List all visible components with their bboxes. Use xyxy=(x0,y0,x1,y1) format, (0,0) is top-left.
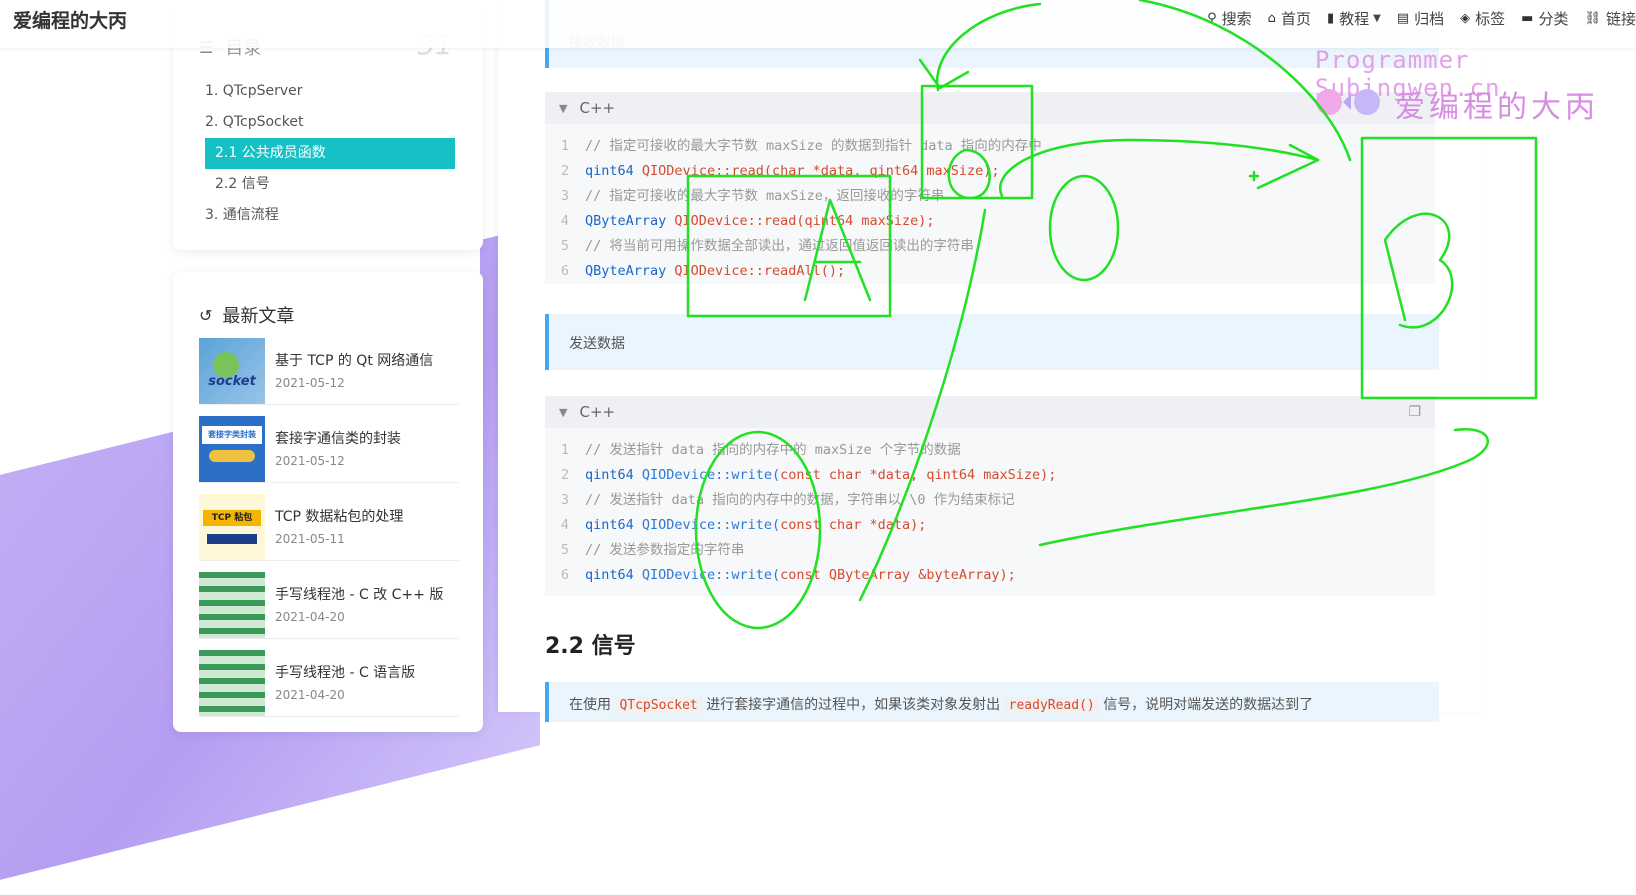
post-thumbnail[interactable]: 套接字类封装 xyxy=(199,416,265,482)
toc-item-qtcpsocket[interactable]: 2. QTcpSocket xyxy=(205,107,455,138)
code-block-read: ▼ C++ 1// 指定可接收的最大字节数 maxSize 的数据到指针 dat… xyxy=(545,92,1435,284)
toc-item-public-members[interactable]: 2.1 公共成员函数 xyxy=(205,138,455,169)
note-text-part: 信号，说明对端发送的数据达到了 xyxy=(1103,697,1314,713)
post-title[interactable]: 手写线程池 - C 改 C++ 版 xyxy=(275,584,443,604)
note-text-part: 在使用 xyxy=(569,697,611,713)
nav-categories[interactable]: ▬ 分类 xyxy=(1521,8,1568,29)
post-thumbnail[interactable]: TCP 粘包 xyxy=(199,494,265,560)
code-line: 1// 发送指针 data 指向的内存中的 maxSize 个字节的数据 xyxy=(560,442,961,458)
code-header[interactable]: ▼ C++ xyxy=(545,92,1435,124)
post-date: 2021-05-12 xyxy=(275,454,345,468)
code-block-write: ▼ C++ ❐ 1// 发送指针 data 指向的内存中的 maxSize 个字… xyxy=(545,396,1435,596)
site-brand[interactable]: 爱编程的大丙 xyxy=(13,6,127,33)
toc-item-qtcpserver[interactable]: 1. QTcpServer xyxy=(205,76,455,107)
nav-label: 搜索 xyxy=(1221,10,1252,28)
chevron-down-icon[interactable]: ▼ xyxy=(559,406,567,419)
copy-icon[interactable]: ❐ xyxy=(1408,404,1421,420)
code-line: 3// 指定可接收的最大字节数 maxSize，返回接收的字符串 xyxy=(560,188,945,204)
note-signal: 在使用 QTcpSocket 进行套接字通信的过程中，如果该类对象发射出 rea… xyxy=(545,682,1439,722)
nav-menu: ⚲ 搜索 ⌂ 首页 ▮ 教程 ▼ ▤ 归档 ◈ 标签 ▬ 分类 ⛓ 链接 xyxy=(1191,8,1636,29)
nav-search[interactable]: ⚲ 搜索 xyxy=(1207,8,1252,29)
nav-tags[interactable]: ◈ 标签 xyxy=(1460,8,1505,29)
post-item[interactable]: 手写线程池 - C 语言版 2021-04-20 xyxy=(199,650,459,717)
code-line: 6 qint64 QIODevice::write(const QByteArra… xyxy=(560,567,1016,583)
tags-icon: ◈ xyxy=(1460,11,1471,26)
note-text-part: 进行套接字通信的过程中，如果该类对象发射出 xyxy=(706,697,1001,713)
chevron-down-icon: ▼ xyxy=(1373,13,1381,24)
section-heading: 2.2 信号 xyxy=(545,634,636,659)
post-date: 2021-04-20 xyxy=(275,688,345,702)
code-language: C++ xyxy=(579,99,616,117)
folder-icon: ▬ xyxy=(1521,11,1534,26)
code-line: 4 qint64 QIODevice::write(const char *dat… xyxy=(560,517,927,533)
post-title[interactable]: 基于 TCP 的 Qt 网络通信 xyxy=(275,350,433,370)
watermark-logo xyxy=(1315,84,1395,124)
toc-item-signals[interactable]: 2.2 信号 xyxy=(205,169,455,200)
code-line: 5// 发送参数指定的字符串 xyxy=(560,542,745,558)
nav-tutorials[interactable]: ▮ 教程 ▼ xyxy=(1327,8,1381,29)
recent-posts-title: 最新文章 xyxy=(222,306,295,327)
thumb-label: 套接字类封装 xyxy=(202,426,262,444)
inline-code: readyRead() xyxy=(1004,697,1099,714)
post-date: 2021-05-11 xyxy=(275,532,345,546)
post-date: 2021-04-20 xyxy=(275,610,345,624)
post-item[interactable]: 套接字类封装 套接字通信类的封装 2021-05-12 xyxy=(199,416,459,483)
inline-code: QTcpSocket xyxy=(615,697,702,714)
nav-label: 首页 xyxy=(1280,10,1311,28)
archive-icon: ▤ xyxy=(1396,11,1410,26)
chevron-down-icon[interactable]: ▼ xyxy=(559,102,567,115)
nav-label: 归档 xyxy=(1414,10,1445,28)
nav-links[interactable]: ⛓ 链接 xyxy=(1584,8,1636,29)
nav-home[interactable]: ⌂ 首页 xyxy=(1268,8,1311,29)
code-line: 5// 将当前可用操作数据全部读出，通过返回值返回读出的字符串 xyxy=(560,238,974,254)
code-line: 2 qint64 QIODevice::write(const char *dat… xyxy=(560,467,1057,483)
toc-item-flow[interactable]: 3. 通信流程 xyxy=(205,200,455,231)
post-item[interactable]: TCP 粘包 TCP 数据粘包的处理 2021-05-11 xyxy=(199,494,459,561)
post-title[interactable]: TCP 数据粘包的处理 xyxy=(275,506,403,526)
nav-label: 链接 xyxy=(1605,10,1636,28)
bookmark-icon: ▮ xyxy=(1326,11,1335,26)
post-date: 2021-05-12 xyxy=(275,376,345,390)
post-title[interactable]: 手写线程池 - C 语言版 xyxy=(275,662,415,682)
watermark-brand: 爱编程的大丙 xyxy=(1395,90,1599,125)
post-thumbnail[interactable] xyxy=(199,572,265,638)
code-line: 3// 发送指针 data 指向的内存中的数据，字符串以 \0 作为结束标记 xyxy=(560,492,1015,508)
code-line: 1// 指定可接收的最大字节数 maxSize 的数据到指针 data 指向的内… xyxy=(560,138,1042,154)
home-icon: ⌂ xyxy=(1267,11,1276,26)
thumb-label: TCP 粘包 xyxy=(203,510,261,526)
note-signal-text: 在使用 QTcpSocket 进行套接字通信的过程中，如果该类对象发射出 rea… xyxy=(569,694,1313,714)
toc-list: 1. QTcpServer 2. QTcpSocket 2.1 公共成员函数 2… xyxy=(205,76,455,231)
note-send: 发送数据 xyxy=(545,314,1439,370)
search-icon: ⚲ xyxy=(1207,11,1217,26)
post-title[interactable]: 套接字通信类的封装 xyxy=(275,428,401,448)
nav-label: 教程 xyxy=(1339,10,1370,28)
link-icon: ⛓ xyxy=(1584,11,1601,26)
thumb-decor xyxy=(207,534,257,544)
post-thumbnail[interactable]: socket xyxy=(199,338,265,404)
post-item[interactable]: socket 基于 TCP 的 Qt 网络通信 2021-05-12 xyxy=(199,338,459,405)
code-body: 1// 指定可接收的最大字节数 maxSize 的数据到指针 data 指向的内… xyxy=(545,124,1435,284)
code-line: 6 QByteArray QIODevice::readAll(); xyxy=(560,263,846,279)
recent-posts-header: ↺ 最新文章 xyxy=(199,302,294,328)
nav-label: 标签 xyxy=(1475,10,1506,28)
code-line: 2 qint64 QIODevice::read(char *data, qint… xyxy=(560,163,1000,179)
code-line: 4 QByteArray QIODevice::read(qint64 maxSi… xyxy=(560,213,935,229)
post-thumbnail[interactable] xyxy=(199,650,265,716)
thumb-decor xyxy=(209,450,255,462)
code-language: C++ xyxy=(579,403,616,421)
nav-label: 分类 xyxy=(1538,10,1569,28)
nav-archive[interactable]: ▤ 归档 xyxy=(1397,8,1444,29)
code-body: 1// 发送指针 data 指向的内存中的 maxSize 个字节的数据 2 qi… xyxy=(545,428,1435,588)
code-header[interactable]: ▼ C++ ❐ xyxy=(545,396,1435,428)
thumb-label: socket xyxy=(208,374,256,389)
note-send-text: 发送数据 xyxy=(569,336,625,352)
top-navbar: 爱编程的大丙 ⚲ 搜索 ⌂ 首页 ▮ 教程 ▼ ▤ 归档 ◈ 标签 ▬ 分类 ⛓ 链接 xyxy=(0,0,1636,48)
history-icon: ↺ xyxy=(199,305,213,325)
recent-posts-card: ↺ 最新文章 socket 基于 TCP 的 Qt 网络通信 2021-05-1… xyxy=(173,272,483,732)
post-item[interactable]: 手写线程池 - C 改 C++ 版 2021-04-20 xyxy=(199,572,459,639)
